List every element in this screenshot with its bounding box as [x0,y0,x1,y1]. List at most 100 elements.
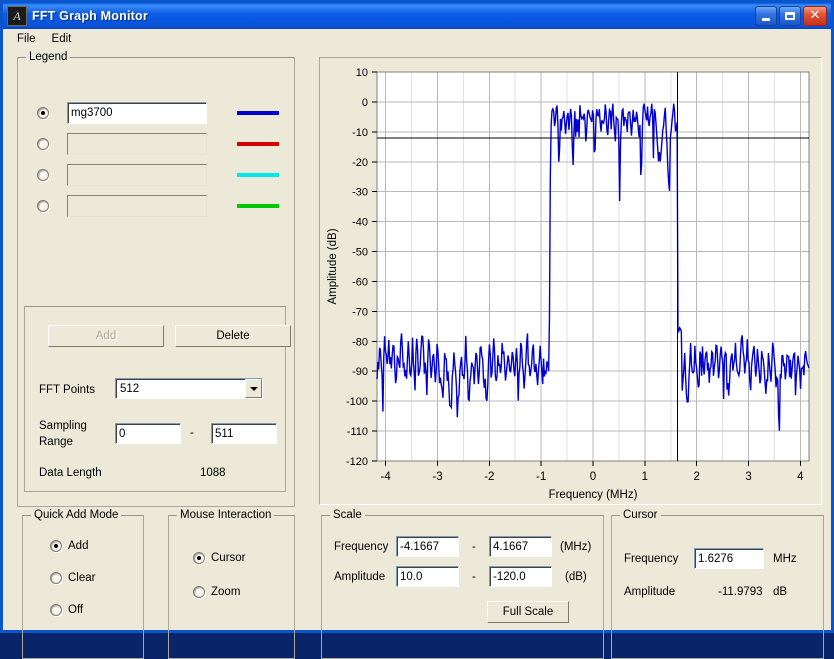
cursor-group: Cursor Frequency 1.6276 MHz Amplitude -1… [611,509,824,659]
menu-item-edit[interactable]: Edit [44,31,80,47]
svg-text:-4: -4 [381,471,392,483]
svg-text:10: 10 [356,67,368,79]
close-button[interactable]: ✕ [803,6,827,26]
svg-text:-40: -40 [352,217,368,229]
svg-text:-90: -90 [352,366,368,378]
scale-group-title: Scale [330,509,365,521]
svg-text:-3: -3 [432,471,442,483]
scale-frequency-min-input[interactable]: -4.1667 [396,536,459,557]
quick-add-mode-title: Quick Add Mode [31,509,122,521]
cursor-frequency-value: 1.6276 [698,552,734,565]
mouse-interaction-radio-zoom[interactable]: Zoom [193,586,240,598]
cursor-frequency-input[interactable]: 1.6276 [694,548,764,569]
sampling-range-from-input[interactable]: 0 [115,423,181,444]
close-icon: ✕ [809,7,821,23]
fft-points-value: 512 [120,382,140,395]
maximize-button[interactable] [779,6,801,26]
svg-text:-20: -20 [352,157,368,169]
svg-text:Amplitude (dB): Amplitude (dB) [327,228,339,304]
svg-text:0: 0 [590,471,596,483]
svg-text:1: 1 [642,471,648,483]
maximize-icon [785,12,795,20]
sampling-range-label-line2: Range [39,436,73,448]
svg-text:0: 0 [362,97,368,109]
cursor-amplitude-label: Amplitude [624,586,676,598]
svg-text:-30: -30 [352,187,368,199]
chevron-down-icon[interactable] [245,379,262,398]
fft-plot-svg[interactable]: 100-10-20-30-40-50-60-70-80-90-100-110-1… [320,58,821,504]
menu-item-file[interactable]: File [9,31,44,47]
legend-group-title: Legend [26,51,71,63]
svg-text:-80: -80 [352,336,368,348]
cursor-amplitude-unit: dB [773,586,788,598]
sampling-range-from-value: 0 [119,427,126,440]
quick-add-radio-add[interactable]: Add [50,540,88,552]
quick-add-label-add: Add [68,540,89,552]
add-button[interactable]: Add [48,325,164,347]
scale-frequency-max-input[interactable]: 4.1667 [489,536,552,557]
radio-dot-icon [50,572,62,584]
scale-amplitude-min-input[interactable]: 10.0 [396,566,459,587]
data-length-value: 1088 [200,467,226,479]
legend-radio-2[interactable] [37,138,49,150]
svg-text:-120: -120 [346,456,368,468]
scale-group: Scale Frequency -4.1667 - 4.1667 (MHz) A… [321,509,604,659]
window-title: FFT Graph Monitor [32,9,148,23]
fft-points-label: FFT Points [39,384,96,396]
fft-points-combo[interactable]: 512 [115,378,263,399]
legend-settings-group: Add Delete FFT Points 512 Sampling Range… [24,306,291,492]
mouse-interaction-label-cursor: Cursor [211,552,246,564]
legend-group: Legend mg3700 Add Delete FFT Points 512 … [17,51,295,507]
quick-add-radio-clear[interactable]: Clear [50,572,95,584]
minimize-button[interactable] [755,6,777,26]
legend-color-swatch-1 [237,111,279,115]
scale-frequency-label: Frequency [334,541,389,553]
cursor-amplitude-value: -11.9793 [718,586,763,598]
legend-color-swatch-4 [237,204,279,208]
legend-radio-4[interactable] [37,200,49,212]
radio-dot-icon [193,586,205,598]
title-bar: A FFT Graph Monitor ✕ [3,3,831,29]
mouse-interaction-radio-cursor[interactable]: Cursor [193,552,246,564]
svg-text:-10: -10 [352,127,368,139]
scale-amplitude-min-value: 10.0 [400,570,423,583]
radio-dot-icon [37,138,49,150]
svg-text:2: 2 [693,471,699,483]
full-scale-button[interactable]: Full Scale [487,601,569,623]
svg-text:4: 4 [797,471,804,483]
data-length-label: Data Length [39,467,102,479]
svg-text:-100: -100 [346,396,368,408]
cursor-group-title: Cursor [620,509,661,521]
delete-button[interactable]: Delete [175,325,291,347]
scale-frequency-separator: - [472,541,476,553]
quick-add-radio-off[interactable]: Off [50,604,83,616]
legend-name-input-4[interactable] [67,195,207,217]
legend-name-input-1[interactable]: mg3700 [67,102,207,124]
fft-plot-panel[interactable]: 10 0 -10 -20 -30 -40 -50 -60 -70 -80 -90 -100 -110 -1… [319,57,822,505]
mouse-interaction-title: Mouse Interaction [177,509,275,521]
legend-radio-3[interactable] [37,169,49,181]
legend-color-swatch-3 [237,173,279,177]
scale-amplitude-max-value: -120.0 [493,570,526,583]
window-controls: ✕ [755,6,829,26]
sampling-range-to-input[interactable]: 511 [211,423,277,444]
quick-add-mode-group: Quick Add Mode Add Clear Off [22,509,144,659]
minimize-icon [762,18,770,21]
sampling-range-separator: - [190,427,194,439]
scale-amplitude-max-input[interactable]: -120.0 [489,566,552,587]
radio-dot-icon [37,200,49,212]
scale-amplitude-separator: - [472,571,476,583]
cursor-frequency-label: Frequency [624,553,679,565]
svg-text:-1: -1 [536,471,546,483]
legend-name-input-3[interactable] [67,164,207,186]
mouse-interaction-label-zoom: Zoom [211,586,241,598]
menu-bar: File Edit [3,29,831,48]
radio-dot-icon [50,604,62,616]
legend-radio-1[interactable] [37,107,49,119]
scale-amplitude-label: Amplitude [334,571,386,583]
mouse-interaction-group: Mouse Interaction Cursor Zoom [168,509,295,659]
quick-add-label-off: Off [68,604,84,616]
client-area: Legend mg3700 Add Delete FFT Points 512 … [3,48,831,659]
app-window: A FFT Graph Monitor ✕ File Edit Legend m… [0,0,834,659]
legend-name-input-2[interactable] [67,133,207,155]
